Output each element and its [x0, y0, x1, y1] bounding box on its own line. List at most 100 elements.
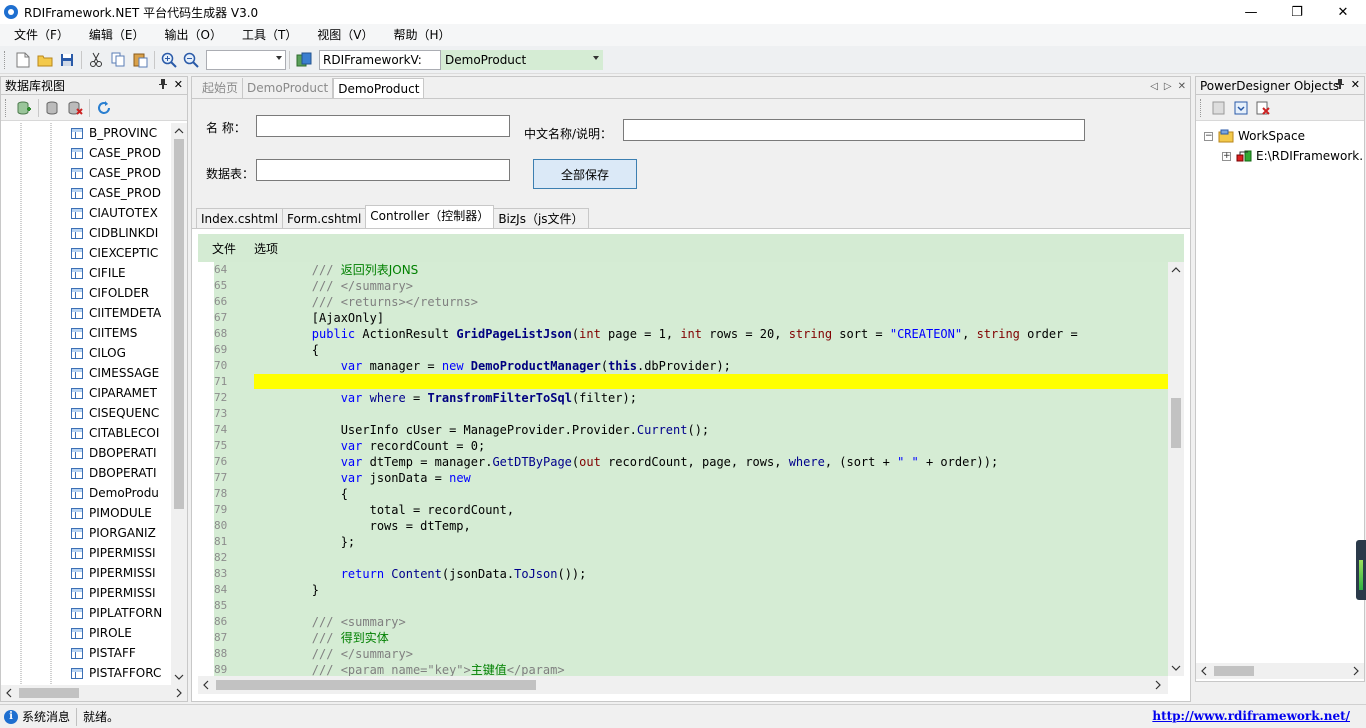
tree-item-table[interactable]: PIPERMISSI — [71, 563, 156, 583]
tree-scroll-thumb[interactable] — [174, 139, 184, 509]
close-panel-icon[interactable]: ✕ — [1351, 78, 1360, 92]
expand-all-icon[interactable] — [1230, 97, 1252, 119]
pin-icon[interactable] — [1335, 78, 1345, 92]
tree-item-table[interactable]: CIFILE — [71, 263, 126, 283]
editor-menu-file[interactable]: 文件 — [212, 240, 236, 257]
close-tab-icon[interactable]: ✕ — [1178, 81, 1186, 92]
add-database-icon[interactable] — [13, 97, 35, 119]
scroll-right-icon[interactable] — [1150, 677, 1166, 693]
website-link[interactable]: http://www.rdiframework.net/ — [1152, 709, 1350, 723]
tree-item-table[interactable]: PIMODULE — [71, 503, 152, 523]
tree-item-table[interactable]: CIAUTOTEX — [71, 203, 158, 223]
code-horizontal-scrollbar[interactable] — [198, 676, 1168, 694]
scroll-left-icon[interactable] — [1, 685, 17, 701]
menu-edit[interactable]: 编辑（E） — [79, 24, 155, 46]
scroll-right-icon[interactable] — [171, 685, 187, 701]
name-input[interactable] — [256, 115, 510, 137]
table-input[interactable] — [256, 159, 510, 181]
tree-item-table[interactable]: DBOPERATI — [71, 463, 157, 483]
tree-item-table[interactable]: DBOPERATI — [71, 443, 157, 463]
tree-item-table[interactable]: PIROLE — [71, 623, 132, 643]
close-panel-icon[interactable]: ✕ — [174, 78, 183, 92]
tree-item-table[interactable]: PIPERMISSI — [71, 583, 156, 603]
tab-demoproduct-1[interactable]: DemoProduct — [243, 78, 334, 98]
scroll-left-icon[interactable] — [1196, 663, 1212, 679]
tree-hscroll-thumb[interactable] — [19, 688, 79, 698]
pd-hscroll-thumb[interactable] — [1214, 666, 1254, 676]
editor-menu-options[interactable]: 选项 — [254, 240, 278, 257]
tree-item-table[interactable]: CILOG — [71, 343, 126, 363]
generate-icon[interactable] — [293, 49, 315, 71]
chevron-down-icon[interactable] — [276, 55, 282, 60]
table-combo[interactable]: DemoProduct — [441, 49, 603, 70]
menu-view[interactable]: 视图（V） — [307, 24, 383, 46]
tree-item-table[interactable]: CIMESSAGE — [71, 363, 159, 383]
chevron-down-icon[interactable] — [593, 55, 599, 60]
tree-item-table[interactable]: PIORGANIZ — [71, 523, 156, 543]
tab-prev-icon[interactable]: ◁ — [1150, 81, 1158, 92]
tree-item-table[interactable]: CISEQUENC — [71, 403, 159, 423]
refresh-icon[interactable] — [93, 97, 115, 119]
save-icon[interactable] — [56, 49, 78, 71]
tab-bizjs[interactable]: BizJs（js文件） — [493, 208, 589, 228]
close-window-button[interactable]: ✕ — [1320, 0, 1366, 24]
scroll-up-icon[interactable] — [1168, 262, 1184, 278]
scroll-up-icon[interactable] — [171, 123, 187, 139]
tree-item-table[interactable]: CITABLECOI — [71, 423, 159, 443]
collapse-icon[interactable]: − — [1204, 131, 1213, 141]
tree-item-table[interactable]: CIFOLDER — [71, 283, 149, 303]
tab-next-icon[interactable]: ▷ — [1164, 81, 1172, 92]
zoom-in-icon[interactable] — [158, 49, 180, 71]
tree-item-table[interactable]: PISTAFFORC — [71, 663, 161, 683]
scroll-right-icon[interactable] — [1348, 663, 1364, 679]
paste-icon[interactable] — [129, 49, 151, 71]
code-text-area[interactable]: 64 /// 返回列表JONS 65 /// </summary> 66 /// <… — [214, 262, 1168, 676]
delete-model-icon[interactable] — [1252, 97, 1274, 119]
cn-name-input[interactable] — [623, 119, 1085, 141]
menu-output[interactable]: 输出（O） — [155, 24, 232, 46]
tab-demoproduct-2[interactable]: DemoProduct — [333, 78, 425, 98]
tree-vertical-scrollbar[interactable] — [171, 123, 187, 685]
zoom-combo[interactable] — [206, 49, 286, 70]
code-scroll-thumb[interactable] — [1171, 398, 1181, 448]
tree-item-table[interactable]: B_PROVINC — [71, 123, 157, 143]
open-folder-icon[interactable] — [34, 49, 56, 71]
scroll-down-icon[interactable] — [171, 669, 187, 685]
zoom-out-icon[interactable] — [180, 49, 202, 71]
pd-horizontal-scrollbar[interactable] — [1196, 663, 1364, 679]
maximize-button[interactable]: ❐ — [1274, 0, 1320, 24]
menu-help[interactable]: 帮助（H） — [384, 24, 461, 46]
tree-item-table[interactable]: CASE_PROD — [71, 183, 161, 203]
tree-item-table[interactable]: CIPARAMET — [71, 383, 157, 403]
scroll-down-icon[interactable] — [1168, 660, 1184, 676]
tree-item-table[interactable]: DemoProdu — [71, 483, 159, 503]
tab-index-cshtml[interactable]: Index.cshtml — [196, 208, 284, 228]
tab-start-page[interactable]: 起始页 — [198, 78, 244, 98]
code-vertical-scrollbar[interactable] — [1168, 262, 1184, 676]
cut-icon[interactable] — [85, 49, 107, 71]
remove-database-icon[interactable] — [64, 97, 86, 119]
tree-item-model[interactable]: + E:\RDIFramework. — [1222, 149, 1363, 163]
connect-database-icon[interactable] — [42, 97, 64, 119]
pin-icon[interactable] — [158, 78, 168, 92]
tree-horizontal-scrollbar[interactable] — [1, 685, 187, 701]
code-hscroll-thumb[interactable] — [216, 680, 536, 690]
save-all-button[interactable]: 全部保存 — [533, 159, 637, 189]
tree-item-table[interactable]: PISTAFF — [71, 643, 136, 663]
new-file-icon[interactable] — [12, 49, 34, 71]
tree-item-table[interactable]: CIITEMDETA — [71, 303, 161, 323]
expand-icon[interactable]: + — [1222, 151, 1231, 161]
menu-tools[interactable]: 工具（T） — [232, 24, 307, 46]
open-model-icon[interactable] — [1208, 97, 1230, 119]
copy-icon[interactable] — [107, 49, 129, 71]
tree-item-workspace[interactable]: − WorkSpace — [1204, 129, 1305, 143]
project-combo[interactable]: RDIFrameworkV: — [319, 49, 441, 70]
tree-item-table[interactable]: CASE_PROD — [71, 163, 161, 183]
tree-item-table[interactable]: CIEXCEPTIC — [71, 243, 158, 263]
tree-item-table[interactable]: PIPLATFORN — [71, 603, 162, 623]
tree-item-table[interactable]: CIITEMS — [71, 323, 137, 343]
tab-form-cshtml[interactable]: Form.cshtml — [282, 208, 367, 228]
minimize-button[interactable]: — — [1228, 0, 1274, 24]
side-widget[interactable] — [1356, 540, 1366, 600]
tab-controller[interactable]: Controller（控制器） — [365, 205, 495, 228]
